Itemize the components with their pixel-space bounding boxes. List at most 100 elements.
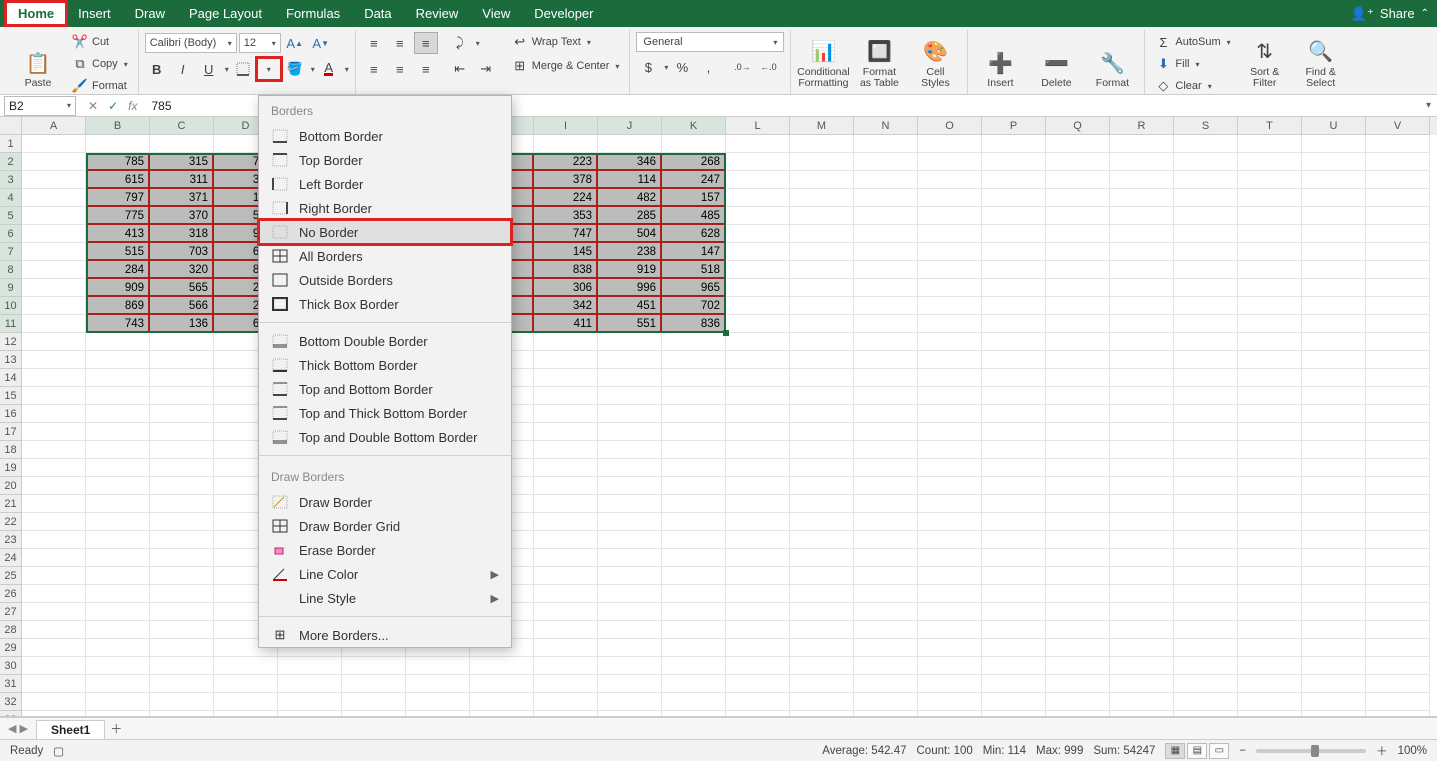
cell[interactable] (918, 495, 982, 513)
cell[interactable] (1238, 513, 1302, 531)
cell[interactable]: 411 (534, 315, 598, 333)
cell[interactable] (1046, 603, 1110, 621)
find-select-button[interactable]: 🔍Find & Select (1295, 32, 1347, 92)
cell[interactable] (86, 639, 150, 657)
cell[interactable] (22, 405, 86, 423)
cell[interactable]: 838 (534, 261, 598, 279)
cell[interactable] (854, 675, 918, 693)
cell[interactable] (790, 279, 854, 297)
cell[interactable] (790, 495, 854, 513)
cell[interactable] (1302, 639, 1366, 657)
cell[interactable] (534, 351, 598, 369)
cell[interactable] (982, 567, 1046, 585)
cell[interactable] (598, 333, 662, 351)
copy-button[interactable]: ⧉Copy▾ (68, 54, 132, 74)
cell[interactable] (1302, 315, 1366, 333)
cell[interactable] (150, 459, 214, 477)
cell[interactable] (1174, 423, 1238, 441)
cell[interactable] (726, 387, 790, 405)
row-header-33[interactable]: 33 (0, 711, 22, 717)
cell[interactable] (1302, 189, 1366, 207)
cell[interactable] (982, 315, 1046, 333)
col-header-A[interactable]: A (22, 117, 86, 135)
cell[interactable] (1238, 261, 1302, 279)
cell[interactable] (982, 135, 1046, 153)
cell[interactable] (342, 675, 406, 693)
cell[interactable] (790, 513, 854, 531)
row-header-4[interactable]: 4 (0, 189, 22, 207)
cell[interactable] (1238, 189, 1302, 207)
cell[interactable] (598, 387, 662, 405)
cell[interactable] (1110, 225, 1174, 243)
align-top-button[interactable]: ≡ (362, 32, 386, 54)
cell[interactable] (86, 441, 150, 459)
cell[interactable] (726, 153, 790, 171)
cell[interactable] (1174, 333, 1238, 351)
cell[interactable] (854, 333, 918, 351)
cell[interactable] (22, 621, 86, 639)
cell[interactable] (86, 351, 150, 369)
col-header-P[interactable]: P (982, 117, 1046, 135)
cell[interactable] (982, 639, 1046, 657)
cell[interactable] (1174, 279, 1238, 297)
font-name-select[interactable]: Calibri (Body)▾ (145, 33, 237, 53)
cell[interactable] (150, 711, 214, 717)
col-header-R[interactable]: R (1110, 117, 1174, 135)
row-header-30[interactable]: 30 (0, 657, 22, 675)
cell[interactable] (1046, 351, 1110, 369)
cell[interactable] (726, 351, 790, 369)
wrap-text-button[interactable]: ↩Wrap Text▾ (508, 32, 624, 52)
cell[interactable] (1238, 567, 1302, 585)
cell[interactable] (918, 531, 982, 549)
cell[interactable] (86, 675, 150, 693)
cell[interactable] (1110, 567, 1174, 585)
cell[interactable] (534, 675, 598, 693)
cell[interactable] (1238, 549, 1302, 567)
cell[interactable] (982, 261, 1046, 279)
cell[interactable] (1366, 585, 1430, 603)
cell[interactable] (1046, 243, 1110, 261)
cell[interactable] (662, 333, 726, 351)
comma-button[interactable]: , (696, 56, 720, 78)
dd-item-left-border[interactable]: Left Border (259, 172, 511, 196)
cell[interactable]: 346 (598, 153, 662, 171)
cell[interactable] (726, 225, 790, 243)
cell[interactable] (1366, 603, 1430, 621)
cell[interactable]: 628 (662, 225, 726, 243)
cell[interactable] (1110, 693, 1174, 711)
cell[interactable] (918, 585, 982, 603)
cell[interactable] (726, 189, 790, 207)
cell[interactable] (534, 495, 598, 513)
cell[interactable] (1238, 657, 1302, 675)
cell[interactable] (854, 477, 918, 495)
cell[interactable]: 306 (534, 279, 598, 297)
cell[interactable] (1238, 171, 1302, 189)
cell[interactable] (1046, 423, 1110, 441)
cell[interactable] (982, 333, 1046, 351)
cell[interactable] (150, 693, 214, 711)
cell[interactable] (598, 585, 662, 603)
cell[interactable] (1174, 225, 1238, 243)
cell[interactable] (1366, 657, 1430, 675)
cell[interactable] (1366, 549, 1430, 567)
cell[interactable] (1366, 297, 1430, 315)
cell[interactable] (86, 657, 150, 675)
cell[interactable]: 342 (534, 297, 598, 315)
cell[interactable] (150, 513, 214, 531)
cell[interactable] (598, 423, 662, 441)
cell[interactable] (662, 459, 726, 477)
cell[interactable] (534, 135, 598, 153)
cell[interactable] (1174, 657, 1238, 675)
cell[interactable] (1110, 207, 1174, 225)
cell[interactable] (1110, 351, 1174, 369)
cell[interactable] (1302, 423, 1366, 441)
cell[interactable] (1366, 243, 1430, 261)
cell[interactable] (662, 477, 726, 495)
enter-icon[interactable]: ✓ (108, 99, 118, 113)
cell[interactable]: 370 (150, 207, 214, 225)
cell[interactable] (918, 657, 982, 675)
cell[interactable] (534, 369, 598, 387)
cell[interactable] (1238, 225, 1302, 243)
cell[interactable] (342, 657, 406, 675)
cell[interactable] (1110, 675, 1174, 693)
